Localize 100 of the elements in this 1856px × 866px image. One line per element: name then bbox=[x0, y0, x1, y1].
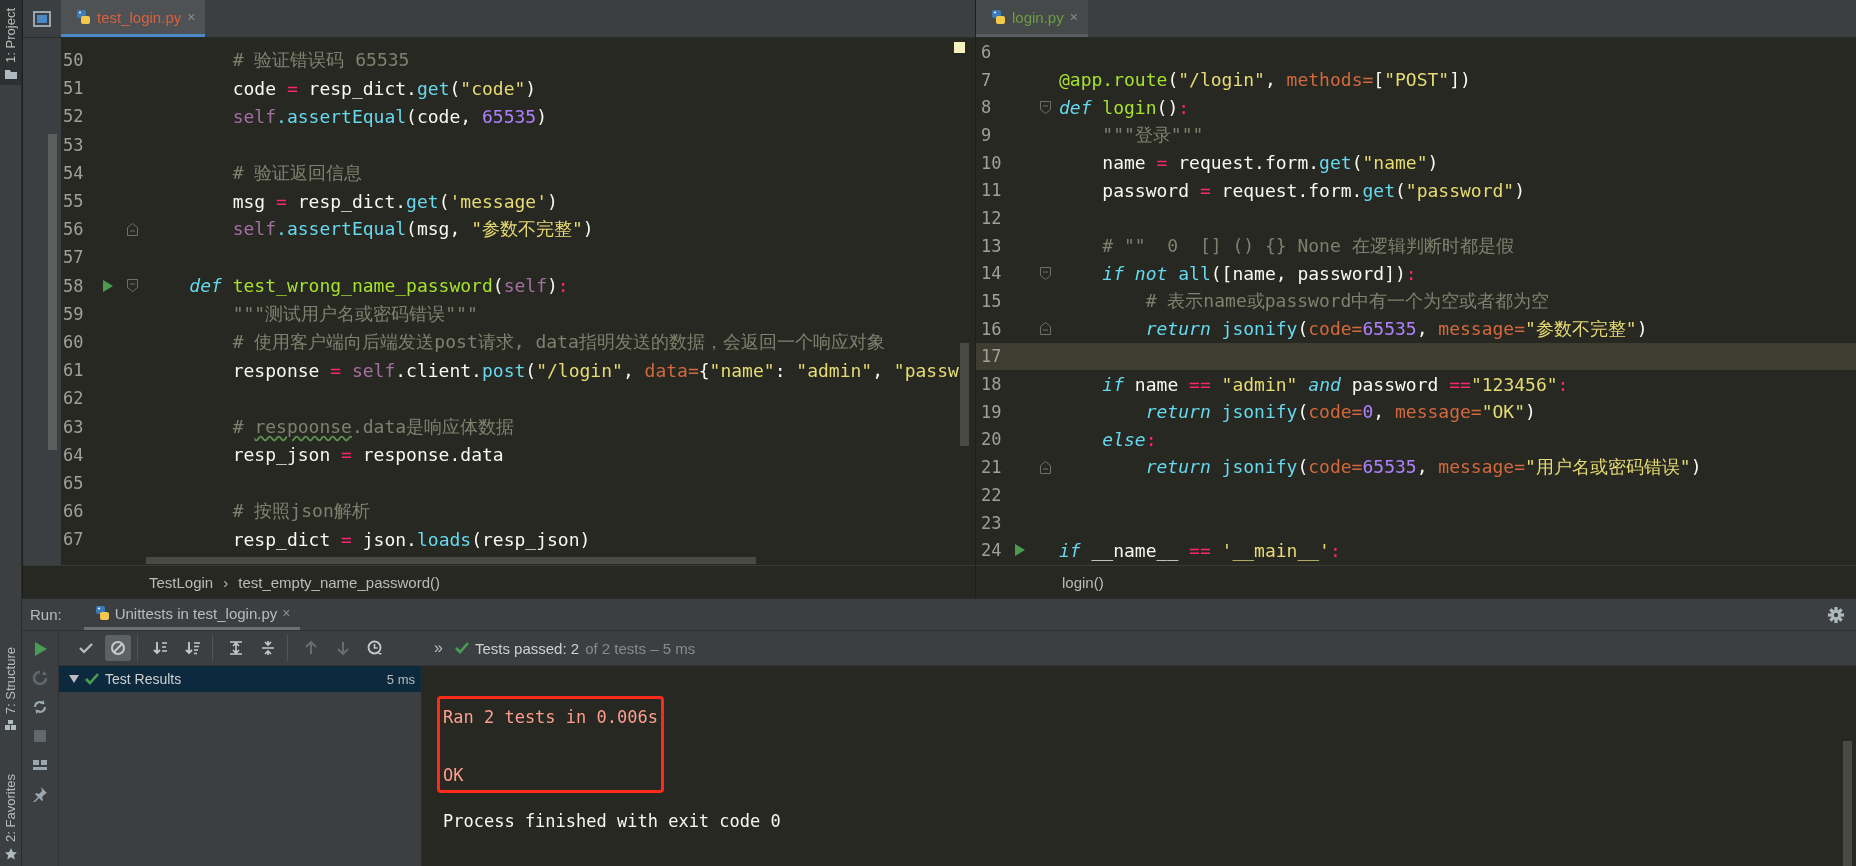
line-number: 23 bbox=[980, 512, 1002, 533]
line-number: 21 bbox=[980, 457, 1002, 478]
code-line: # 表示name或password中有一个为空或者都为空 bbox=[1144, 289, 1550, 314]
code-line: if name == "admin" and password =="123456": bbox=[1101, 373, 1569, 395]
structure-icon bbox=[4, 720, 17, 733]
code-line: # 使用客户端向后端发送post请求, data指明发送的数据，会返回一个响应对象 bbox=[231, 329, 885, 354]
code-line: # 按照json解析 bbox=[231, 499, 370, 524]
console-line: Ran 2 tests in 0.006s bbox=[443, 706, 658, 729]
settings-icon[interactable] bbox=[1828, 606, 1844, 623]
run-tab[interactable]: Unittests in test_login.py × bbox=[83, 599, 301, 630]
breadcrumb[interactable]: test_empty_name_password() bbox=[238, 573, 440, 591]
code-line: msg = resp_dict.get('message') bbox=[231, 190, 558, 212]
line-number: 63 bbox=[62, 416, 84, 437]
line-number: 24 bbox=[980, 540, 1002, 561]
python-file-icon bbox=[93, 605, 110, 621]
expanded-arrow-icon[interactable] bbox=[69, 674, 79, 684]
collapse-icon bbox=[260, 640, 276, 656]
code-line: name = request.form.get("name") bbox=[1101, 152, 1439, 174]
slashed-circle-button[interactable] bbox=[105, 635, 131, 661]
line-number: 53 bbox=[62, 134, 84, 155]
code-line: return jsonify(code=65535, message="参数不完整") bbox=[1144, 316, 1648, 341]
test-summary: Tests passed: 2 bbox=[474, 639, 580, 657]
line-number: 15 bbox=[980, 291, 1002, 312]
layout-icon[interactable] bbox=[32, 757, 48, 773]
line-number: 14 bbox=[980, 263, 1002, 284]
scrollbar[interactable] bbox=[1843, 741, 1852, 866]
fold-icon[interactable] bbox=[1039, 322, 1051, 336]
scrollbar[interactable] bbox=[48, 134, 57, 450]
line-number: 62 bbox=[62, 388, 84, 409]
check-icon bbox=[78, 640, 94, 656]
code-line: else: bbox=[1101, 428, 1157, 450]
line-number: 16 bbox=[980, 318, 1002, 339]
run-icon[interactable] bbox=[102, 278, 114, 293]
line-number: 12 bbox=[980, 207, 1002, 228]
code-line: password = request.form.get("password") bbox=[1101, 179, 1526, 201]
folder-icon bbox=[4, 68, 17, 79]
python-file-icon bbox=[990, 9, 1006, 25]
fold-icon[interactable] bbox=[1039, 460, 1051, 474]
fold-icon[interactable] bbox=[1039, 100, 1051, 114]
test-duration: 5 ms bbox=[386, 671, 415, 687]
sort-icon bbox=[153, 640, 169, 656]
line-number: 10 bbox=[980, 152, 1002, 173]
run-icon[interactable] bbox=[1014, 543, 1026, 558]
line-number: 65 bbox=[62, 472, 84, 493]
tool-window-tab[interactable]: 7: Structure bbox=[3, 646, 18, 715]
line-number: 22 bbox=[980, 484, 1002, 505]
tree-label: Test Results bbox=[105, 671, 182, 687]
expand-icon bbox=[228, 640, 244, 656]
line-number: 17 bbox=[980, 346, 1002, 367]
line-number: 13 bbox=[980, 235, 1002, 256]
console-line: Process finished with exit code 0 bbox=[443, 810, 781, 833]
scrollbar[interactable] bbox=[146, 557, 756, 564]
editor-icon[interactable] bbox=[33, 10, 51, 27]
line-number: 55 bbox=[62, 191, 84, 212]
line-number: 51 bbox=[62, 78, 84, 99]
line-number: 18 bbox=[980, 374, 1002, 395]
clock-icon bbox=[367, 640, 383, 656]
more-button[interactable]: » bbox=[434, 639, 443, 657]
code-line: def login(): bbox=[1059, 96, 1190, 118]
console-line: OK bbox=[443, 764, 465, 787]
line-number: 20 bbox=[980, 429, 1002, 450]
test-details: of 2 tests – 5 ms bbox=[585, 639, 696, 657]
breadcrumb[interactable]: TestLogin bbox=[149, 573, 214, 591]
line-number: 66 bbox=[62, 501, 84, 522]
code-line: resp_dict = json.loads(resp_json) bbox=[231, 528, 591, 550]
slashed-circle-icon bbox=[110, 640, 126, 656]
fold-icon[interactable] bbox=[127, 222, 138, 236]
code-line: """登录""" bbox=[1101, 122, 1204, 147]
check-icon bbox=[454, 641, 469, 655]
down-arrow-icon bbox=[335, 640, 351, 656]
line-number: 54 bbox=[62, 162, 84, 183]
line-number: 59 bbox=[62, 303, 84, 324]
check-icon bbox=[85, 672, 99, 686]
pin-icon[interactable] bbox=[32, 786, 48, 802]
star-icon bbox=[4, 848, 17, 860]
line-number: 6 bbox=[980, 41, 992, 62]
code-line: # 验证错误码 65535 bbox=[231, 48, 410, 73]
code-line: resp_json = response.data bbox=[231, 444, 504, 466]
code-line: return jsonify(code=0, message="OK") bbox=[1144, 401, 1536, 423]
fold-icon[interactable] bbox=[127, 279, 138, 293]
tree-item[interactable]: Test Results 5 ms bbox=[59, 666, 421, 692]
code-line: # "" 0 [] () {} None 在逻辑判断时都是假 bbox=[1101, 233, 1514, 258]
tool-window-tab[interactable]: 2: Favorites bbox=[3, 774, 18, 842]
line-number: 64 bbox=[62, 444, 84, 465]
scrollbar[interactable] bbox=[960, 343, 969, 446]
code-line: # respoonse.data是响应体数据 bbox=[231, 414, 515, 439]
line-number: 67 bbox=[62, 529, 84, 550]
line-number: 7 bbox=[980, 69, 992, 90]
breadcrumb[interactable]: login() bbox=[1062, 573, 1104, 591]
run-icon[interactable] bbox=[32, 641, 48, 657]
line-number: 50 bbox=[62, 50, 84, 71]
code-line: if __name__ == '__main__': bbox=[1059, 539, 1341, 561]
line-number: 11 bbox=[980, 180, 1002, 201]
close-icon[interactable]: × bbox=[282, 605, 291, 621]
cycle-icon[interactable] bbox=[32, 699, 48, 715]
breadcrumb-separator: › bbox=[223, 573, 229, 591]
code-line: self.assertEqual(msg, "参数不完整") bbox=[231, 217, 594, 242]
fold-icon[interactable] bbox=[1039, 266, 1051, 280]
change-marker bbox=[954, 42, 965, 53]
line-number: 58 bbox=[62, 275, 84, 296]
